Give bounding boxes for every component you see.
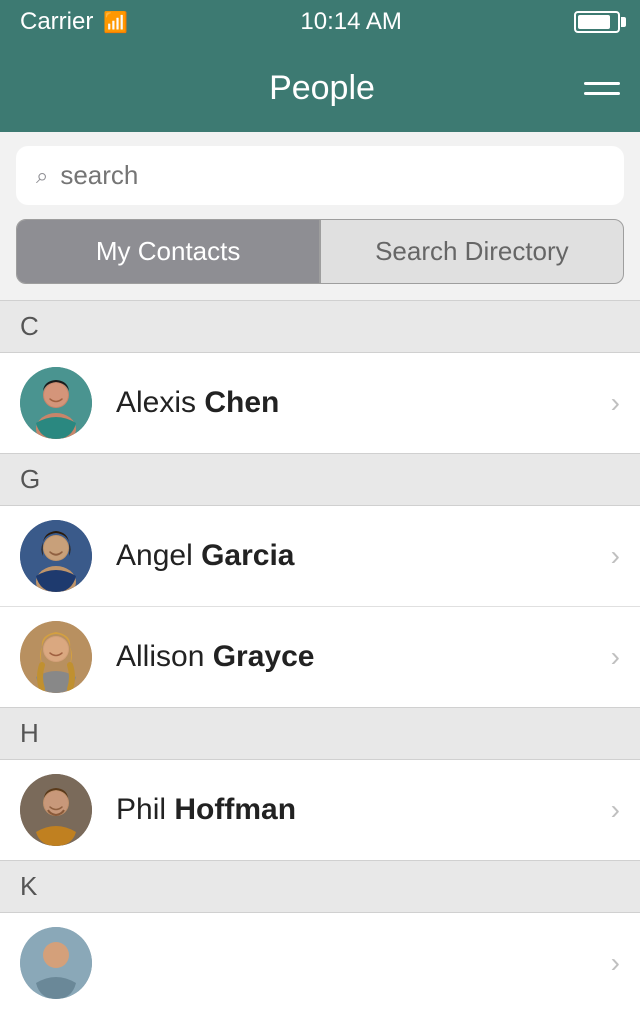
section-header-g: G	[0, 453, 640, 506]
avatar-alexis-chen	[20, 367, 92, 439]
avatar-angel-garcia	[20, 520, 92, 592]
contact-name-angel-garcia: Angel Garcia	[116, 539, 611, 573]
hamburger-line-1	[584, 82, 620, 85]
search-icon: ⌕	[36, 163, 48, 189]
contact-name-phil-hoffman: Phil Hoffman	[116, 793, 611, 827]
carrier-label: Carrier	[20, 8, 93, 36]
page-title: People	[60, 69, 584, 108]
search-bar: ⌕	[16, 146, 624, 205]
contact-row-alexis-chen[interactable]: Alexis Chen ›	[0, 353, 640, 453]
tab-switcher: My Contacts Search Directory	[16, 219, 624, 284]
menu-button[interactable]	[584, 82, 620, 95]
battery-icon	[574, 11, 620, 33]
chevron-right-icon: ›	[611, 387, 620, 419]
battery-fill	[578, 15, 610, 29]
contact-row-allison-grayce[interactable]: Allison Grayce ›	[0, 606, 640, 707]
contact-name-alexis-chen: Alexis Chen	[116, 386, 611, 420]
status-left: Carrier 📶	[20, 8, 128, 36]
contact-name-allison-grayce: Allison Grayce	[116, 640, 611, 674]
avatar-k	[20, 927, 92, 999]
wifi-icon: 📶	[103, 10, 128, 35]
tab-search-directory[interactable]: Search Directory	[321, 220, 623, 283]
contact-row-k[interactable]: ›	[0, 913, 640, 1013]
search-input[interactable]	[60, 160, 604, 191]
contact-row-angel-garcia[interactable]: Angel Garcia ›	[0, 506, 640, 606]
last-name-hoffman: Hoffman	[174, 793, 296, 826]
last-name-grayce: Grayce	[213, 640, 315, 673]
chevron-right-icon: ›	[611, 947, 620, 979]
status-bar: Carrier 📶 10:14 AM	[0, 0, 640, 44]
contact-row-phil-hoffman[interactable]: Phil Hoffman ›	[0, 760, 640, 860]
section-header-k: K	[0, 860, 640, 913]
chevron-right-icon: ›	[611, 794, 620, 826]
last-name-garcia: Garcia	[201, 539, 294, 572]
tab-my-contacts[interactable]: My Contacts	[17, 220, 319, 283]
time-label: 10:14 AM	[300, 8, 401, 36]
nav-bar: People	[0, 44, 640, 132]
section-header-c: C	[0, 300, 640, 353]
chevron-right-icon: ›	[611, 540, 620, 572]
hamburger-line-2	[584, 92, 620, 95]
avatar-allison-grayce	[20, 621, 92, 693]
chevron-right-icon: ›	[611, 641, 620, 673]
search-container: ⌕	[0, 132, 640, 219]
avatar-phil-hoffman	[20, 774, 92, 846]
last-name-chen: Chen	[204, 386, 279, 419]
section-header-h: H	[0, 707, 640, 760]
